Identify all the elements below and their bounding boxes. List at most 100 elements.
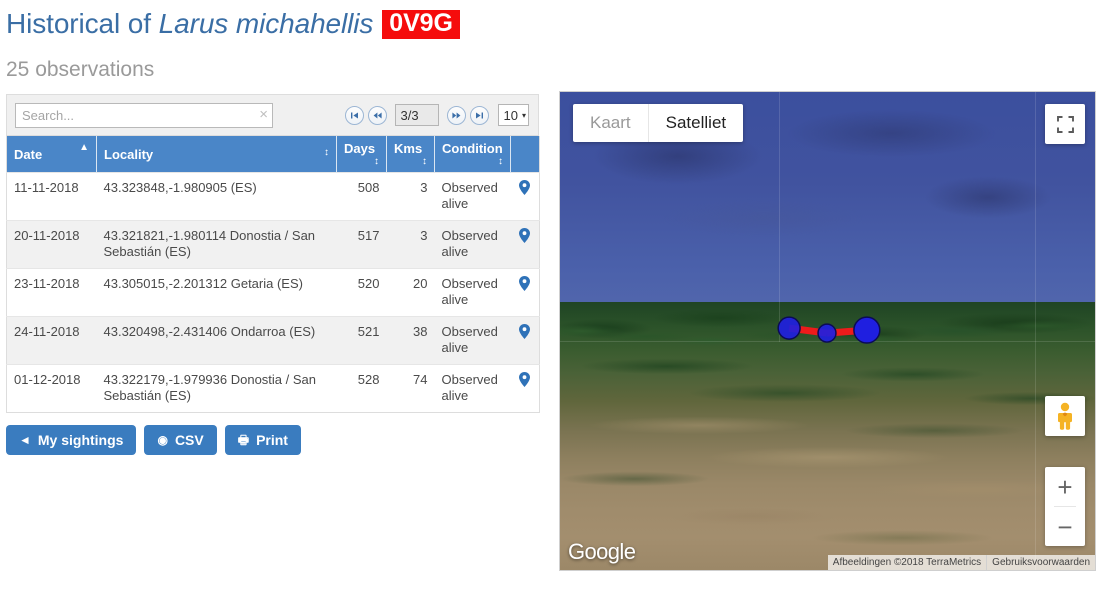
page-root: Historical of Larus michahellis0V9G 25 o… (0, 0, 1100, 589)
cell-date: 11-11-2018 (7, 173, 97, 221)
first-page-button[interactable] (345, 106, 364, 125)
fullscreen-icon (1057, 116, 1074, 133)
map-container[interactable]: Kaart Satelliet + − Google (559, 91, 1096, 571)
print-label: Print (256, 432, 288, 448)
observations-panel: × 3/3 (6, 94, 539, 455)
column-header-days[interactable]: Days ↕ (337, 136, 387, 173)
map-imagery (560, 92, 1095, 570)
page-title-prefix: Historical of (6, 8, 159, 39)
cell-days: 517 (337, 221, 387, 269)
cell-date: 23-11-2018 (7, 269, 97, 317)
tile-gridline (1035, 92, 1036, 571)
column-header-kms[interactable]: Kms ↕ (387, 136, 435, 173)
table-header-row: Date ▲ Locality ↕ Days ↕ Kms ↕ (7, 136, 540, 173)
previous-page-button[interactable] (368, 106, 387, 125)
cell-map-link[interactable] (511, 365, 540, 413)
table-row[interactable]: 24-11-2018 43.320498,-2.431406 Ondarroa … (7, 317, 540, 365)
map-type-switcher: Kaart Satelliet (573, 104, 743, 142)
cell-map-link[interactable] (511, 221, 540, 269)
google-logo: Google (568, 539, 635, 565)
page-title: Historical of Larus michahellis 0V9G (6, 8, 460, 40)
page-size-select[interactable]: 10 ▾ (498, 104, 529, 126)
cell-condition: Observed alive (435, 173, 511, 221)
previous-page-icon (373, 111, 382, 120)
column-label-days: Days (344, 141, 375, 156)
last-page-icon (475, 111, 484, 120)
cell-date: 01-12-2018 (7, 365, 97, 413)
back-arrow-icon: ◄ (19, 434, 31, 446)
table-row[interactable]: 20-11-2018 43.321821,-1.980114 Donostia … (7, 221, 540, 269)
download-icon: ◉ (157, 434, 167, 446)
cell-condition: Observed alive (435, 221, 511, 269)
cell-locality: 43.323848,-1.980905 (ES) (97, 173, 337, 221)
cell-map-link[interactable] (511, 173, 540, 221)
species-name: Larus michahellis (159, 8, 374, 39)
cell-locality: 43.305015,-2.201312 Getaria (ES) (97, 269, 337, 317)
map-pin-icon (519, 180, 530, 195)
cell-kms: 3 (387, 221, 435, 269)
column-header-condition[interactable]: Condition ↕ (435, 136, 511, 173)
cell-kms: 38 (387, 317, 435, 365)
table-row[interactable]: 01-12-2018 43.322179,-1.979936 Donostia … (7, 365, 540, 413)
cell-date: 24-11-2018 (7, 317, 97, 365)
column-label-kms: Kms (394, 141, 422, 156)
table-row[interactable]: 11-11-2018 43.323848,-1.980905 (ES) 508 … (7, 173, 540, 221)
column-header-locality[interactable]: Locality ↕ (97, 136, 337, 173)
page-indicator[interactable]: 3/3 (395, 104, 439, 126)
cell-condition: Observed alive (435, 365, 511, 413)
next-page-button[interactable] (447, 106, 466, 125)
clear-search-icon[interactable]: × (259, 106, 268, 124)
cell-condition: Observed alive (435, 269, 511, 317)
cell-map-link[interactable] (511, 317, 540, 365)
map-type-kaart-button[interactable]: Kaart (573, 104, 648, 142)
my-sightings-button[interactable]: ◄ My sightings (6, 425, 136, 455)
chevron-down-icon: ▾ (522, 111, 526, 120)
cell-days: 508 (337, 173, 387, 221)
csv-export-button[interactable]: ◉ CSV (144, 425, 216, 455)
table-toolbar: × 3/3 (6, 94, 539, 136)
next-page-icon (452, 111, 461, 120)
cell-condition: Observed alive (435, 317, 511, 365)
map-type-satelliet-button[interactable]: Satelliet (648, 104, 743, 142)
cell-map-link[interactable] (511, 269, 540, 317)
fullscreen-button[interactable] (1045, 104, 1085, 144)
cell-kms: 74 (387, 365, 435, 413)
map-pin-icon (519, 324, 530, 339)
zoom-out-button[interactable]: − (1045, 507, 1085, 546)
column-header-date[interactable]: Date ▲ (7, 136, 97, 173)
table-row[interactable]: 23-11-2018 43.305015,-2.201312 Getaria (… (7, 269, 540, 317)
attribution-terms[interactable]: Gebruiksvoorwaarden (986, 555, 1095, 570)
search-wrapper: × (15, 103, 273, 128)
cell-date: 20-11-2018 (7, 221, 97, 269)
cell-days: 520 (337, 269, 387, 317)
print-button[interactable]: 🖶 Print (225, 425, 301, 455)
column-label-date: Date (14, 147, 42, 162)
sort-toggle-icon: ↕ (324, 147, 329, 158)
action-buttons: ◄ My sightings ◉ CSV 🖶 Print (6, 425, 539, 455)
column-label-locality: Locality (104, 147, 153, 162)
zoom-controls: + − (1045, 467, 1085, 546)
last-page-button[interactable] (470, 106, 489, 125)
column-header-map (511, 136, 540, 173)
sort-toggle-icon: ↕ (498, 156, 503, 167)
cell-kms: 3 (387, 173, 435, 221)
sort-toggle-icon: ↕ (422, 156, 427, 167)
tile-gridline (779, 92, 780, 342)
cell-locality: 43.321821,-1.980114 Donostia / San Sebas… (97, 221, 337, 269)
page-size-value: 10 (504, 108, 518, 123)
zoom-in-button[interactable]: + (1045, 467, 1085, 506)
cell-kms: 20 (387, 269, 435, 317)
printer-icon: 🖶 (238, 434, 249, 446)
observations-table: Date ▲ Locality ↕ Days ↕ Kms ↕ (6, 136, 540, 413)
ring-code-badge: 0V9G (382, 10, 460, 39)
map-pin-icon (519, 276, 530, 291)
tile-gridline (560, 341, 1095, 342)
map-attribution: Afbeeldingen ©2018 TerraMetrics Gebruiks… (828, 555, 1095, 570)
street-view-pegman-button[interactable] (1045, 396, 1085, 436)
first-page-icon (350, 111, 359, 120)
table-body: 11-11-2018 43.323848,-1.980905 (ES) 508 … (7, 173, 540, 413)
pegman-icon (1054, 402, 1076, 430)
attribution-imagery: Afbeeldingen ©2018 TerraMetrics (828, 555, 986, 570)
sort-ascending-icon: ▲ (79, 142, 89, 153)
search-input[interactable] (15, 103, 273, 128)
